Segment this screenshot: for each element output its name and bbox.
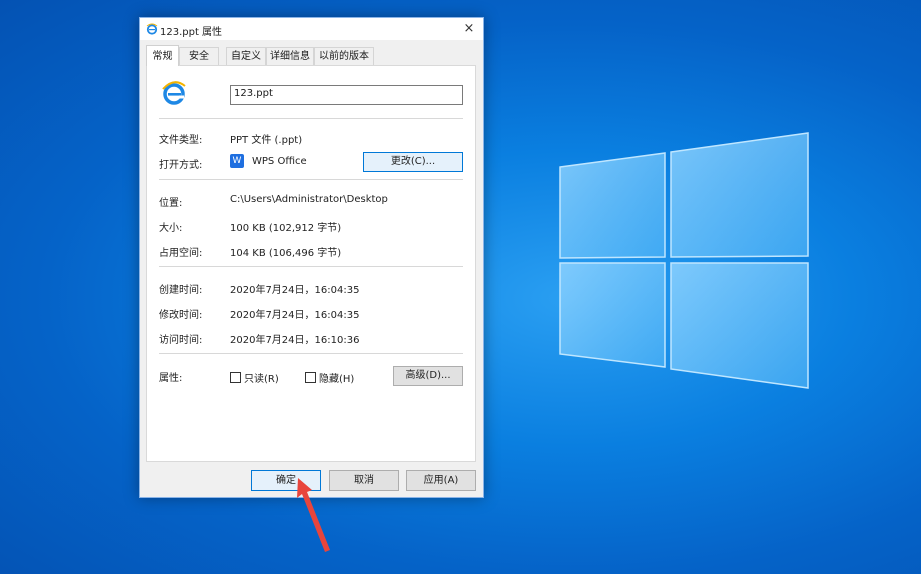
modified-value: 2020年7月24日，16:04:35 bbox=[230, 310, 360, 321]
tab-previous-versions[interactable]: 以前的版本 bbox=[314, 47, 374, 65]
windows-logo bbox=[559, 132, 809, 389]
separator bbox=[159, 353, 463, 354]
wps-office-icon: W bbox=[230, 154, 244, 168]
internet-explorer-icon bbox=[162, 81, 186, 105]
internet-explorer-icon bbox=[146, 23, 158, 35]
separator bbox=[159, 266, 463, 267]
checkbox-box[interactable] bbox=[230, 372, 241, 383]
hidden-label: 隐藏(H) bbox=[319, 374, 355, 385]
created-label: 创建时间: bbox=[159, 285, 203, 296]
readonly-label: 只读(R) bbox=[244, 374, 279, 385]
accessed-label: 访问时间: bbox=[159, 335, 203, 346]
hidden-checkbox[interactable]: 隐藏(H) bbox=[305, 370, 354, 385]
opens-with-label: 打开方式: bbox=[159, 160, 203, 171]
modified-label: 修改时间: bbox=[159, 310, 203, 321]
tab-general[interactable]: 常规 bbox=[146, 45, 179, 66]
tab-custom[interactable]: 自定义 bbox=[226, 47, 266, 65]
size-value: 100 KB (102,912 字节) bbox=[230, 223, 342, 234]
window-title: 123.ppt 属性 bbox=[160, 27, 223, 38]
size-on-disk-value: 104 KB (106,496 字节) bbox=[230, 248, 342, 259]
accessed-value: 2020年7月24日，16:10:36 bbox=[230, 335, 360, 346]
change-button[interactable]: 更改(C)... bbox=[363, 152, 463, 172]
location-label: 位置: bbox=[159, 198, 183, 209]
size-on-disk-label: 占用空间: bbox=[159, 248, 203, 259]
tab-security[interactable]: 安全 bbox=[179, 47, 219, 65]
title-bar: 123.ppt 属性 × bbox=[140, 18, 483, 40]
attributes-label: 属性: bbox=[159, 373, 183, 384]
file-name-input[interactable]: 123.ppt bbox=[230, 85, 463, 105]
location-value: C:\Users\Administrator\Desktop bbox=[230, 194, 388, 205]
checkbox-box[interactable] bbox=[305, 372, 316, 383]
opens-with-value: WPS Office bbox=[252, 156, 307, 167]
readonly-checkbox[interactable]: 只读(R) bbox=[230, 370, 279, 385]
file-type-label: 文件类型: bbox=[159, 135, 203, 146]
separator bbox=[159, 179, 463, 180]
general-panel: 123.ppt 文件类型: PPT 文件 (.ppt) 打开方式: W WPS … bbox=[146, 65, 476, 462]
advanced-button[interactable]: 高级(D)... bbox=[393, 366, 463, 386]
annotation-arrow-icon bbox=[297, 478, 330, 552]
close-button[interactable]: × bbox=[455, 18, 483, 40]
properties-dialog: 123.ppt 属性 × 常规 安全 自定义 详细信息 以前的版本 123.pp… bbox=[139, 17, 484, 498]
created-value: 2020年7月24日，16:04:35 bbox=[230, 285, 360, 296]
tab-details[interactable]: 详细信息 bbox=[266, 47, 314, 65]
size-label: 大小: bbox=[159, 223, 183, 234]
separator bbox=[159, 118, 463, 119]
apply-button[interactable]: 应用(A) bbox=[406, 470, 476, 491]
file-type-value: PPT 文件 (.ppt) bbox=[230, 135, 303, 146]
